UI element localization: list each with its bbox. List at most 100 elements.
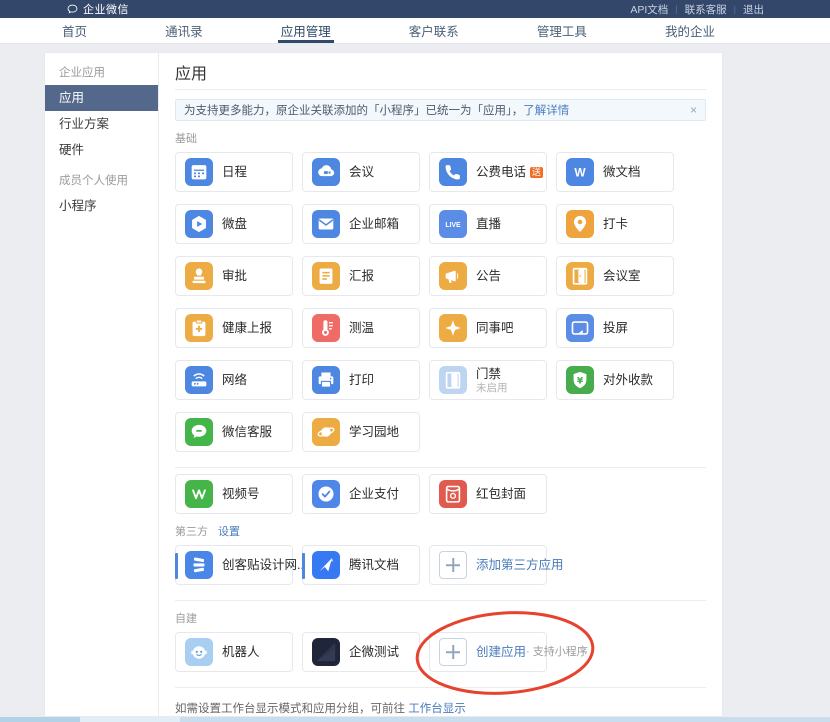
app-name: 日程 — [222, 165, 247, 179]
app-status: 未启用 — [476, 382, 508, 394]
nav-tab-0[interactable]: 首页 — [62, 18, 87, 43]
app-card-channels[interactable]: 视频号 — [175, 474, 293, 514]
section-settings-link[interactable]: 设置 — [218, 525, 240, 539]
notice-banner: 为支持更多能力，原企业关联添加的「小程序」已统一为「应用」， 了解详情 × — [175, 99, 706, 121]
nav-tab-4[interactable]: 管理工具 — [537, 18, 587, 43]
plus-icon — [439, 551, 467, 579]
app-card-design[interactable]: 创客贴设计网... — [175, 545, 293, 585]
main-panel: 应用 为支持更多能力，原企业关联添加的「小程序」已统一为「应用」， 了解详情 ×… — [159, 53, 722, 716]
section-label: 第三方 — [175, 525, 208, 539]
app-card-stamp[interactable]: 审批 — [175, 256, 293, 296]
app-card-live[interactable]: LIVE 直播 — [429, 204, 547, 244]
card-label: 添加第三方应用 — [476, 558, 564, 572]
app-card-mail[interactable]: 企业邮箱 — [302, 204, 420, 244]
printer-icon — [312, 366, 340, 394]
toplink-1[interactable]: 联系客服 — [685, 2, 727, 17]
app-card-printer[interactable]: 打印 — [302, 360, 420, 400]
pay-check-icon — [312, 480, 340, 508]
mail-icon — [312, 210, 340, 238]
bottom-edge-segment — [80, 717, 180, 722]
workbench-display-link[interactable]: 工作台显示 — [408, 703, 466, 715]
app-card-router[interactable]: 网络 — [175, 360, 293, 400]
notice-close-icon[interactable]: × — [690, 104, 697, 116]
nav-tab-2[interactable]: 应用管理 — [281, 18, 331, 43]
toplink-2[interactable]: 退出 — [743, 2, 764, 17]
app-card-clipboard[interactable]: 健康上报 — [175, 308, 293, 348]
add-third-party-card[interactable]: 添加第三方应用 — [429, 545, 547, 585]
notice-text: 为支持更多能力，原企业关联添加的「小程序」已统一为「应用」， — [184, 102, 523, 118]
app-name: 打卡 — [603, 217, 628, 231]
phone-icon — [439, 158, 467, 186]
nav-tab-3[interactable]: 客户联系 — [409, 18, 459, 43]
card-label: 创建应用 — [476, 645, 526, 659]
app-name: 学习园地 — [349, 425, 399, 439]
section-divider — [175, 467, 706, 468]
app-card-pin[interactable]: 打卡 — [556, 204, 674, 244]
app-name: 打印 — [349, 373, 374, 387]
app-card-drive[interactable]: 微盘 — [175, 204, 293, 244]
meeting-icon — [312, 158, 340, 186]
nav-tab-5[interactable]: 我的企业 — [665, 18, 715, 43]
content-card: 企业应用应用行业方案硬件成员个人使用小程序 应用 为支持更多能力，原企业关联添加… — [44, 52, 723, 717]
app-name: 机器人 — [222, 645, 260, 659]
calendar-icon — [185, 158, 213, 186]
stamp-icon — [185, 262, 213, 290]
create-app-card[interactable]: 创建应用 · 支持小程序 — [429, 632, 547, 672]
sidebar-item[interactable]: 小程序 — [45, 193, 158, 219]
app-name: 视频号 — [222, 487, 260, 501]
live-icon: LIVE — [439, 210, 467, 238]
toplink-0[interactable]: API文档 — [630, 2, 668, 17]
thermometer-icon — [312, 314, 340, 342]
app-name: 创客贴设计网... — [222, 558, 307, 572]
docs-arrow-icon — [312, 551, 340, 579]
channels-icon — [185, 480, 213, 508]
robot-icon — [185, 638, 213, 666]
app-name: 直播 — [476, 217, 501, 231]
app-card-meeting[interactable]: 会议 — [302, 152, 420, 192]
app-card-planet[interactable]: 学习园地 — [302, 412, 420, 452]
app-card-megaphone[interactable]: 公告 — [429, 256, 547, 296]
nav-tab-1[interactable]: 通讯录 — [165, 18, 203, 43]
app-card-robot[interactable]: 机器人 — [175, 632, 293, 672]
yuan-shield-icon: ¥ — [566, 366, 594, 394]
notice-learn-more-link[interactable]: 了解详情 — [523, 102, 569, 118]
app-card-letter-w[interactable]: W微文档 — [556, 152, 674, 192]
app-name: 门禁 — [476, 367, 501, 381]
sidebar-item[interactable]: 应用 — [45, 85, 158, 111]
app-card-chat-bubble[interactable]: 微信客服 — [175, 412, 293, 452]
letter-w-icon: W — [566, 158, 594, 186]
top-links: API文档|联系客服|退出 — [630, 2, 764, 17]
app-card-door[interactable]: 会议室 — [556, 256, 674, 296]
app-card-cast[interactable]: 投屏 — [556, 308, 674, 348]
sidebar-item[interactable]: 行业方案 — [45, 111, 158, 137]
clipboard-icon — [185, 314, 213, 342]
app-card-compass[interactable]: 同事吧 — [429, 308, 547, 348]
app-name: 测温 — [349, 321, 374, 335]
section-divider — [175, 687, 706, 688]
door-faded-icon — [439, 366, 467, 394]
wxwork-brand: 企业微信 — [66, 1, 129, 17]
app-card-thermometer[interactable]: 测温 — [302, 308, 420, 348]
app-name: 企微测试 — [349, 645, 399, 659]
svg-text:W: W — [574, 165, 586, 179]
app-card-yuan-shield[interactable]: ¥对外收款 — [556, 360, 674, 400]
planet-icon — [312, 418, 340, 446]
app-card-door-faded[interactable]: 门禁未启用 — [429, 360, 547, 400]
app-card-report[interactable]: 汇报 — [302, 256, 420, 296]
sidebar-group-header: 成员个人使用 — [45, 169, 158, 193]
app-card-dark-test[interactable]: 企微测试 — [302, 632, 420, 672]
sidebar-item[interactable]: 硬件 — [45, 137, 158, 163]
app-card-red-packet[interactable]: 红包封面 — [429, 474, 547, 514]
app-card-pay-check[interactable]: 企业支付 — [302, 474, 420, 514]
app-card-docs-arrow[interactable]: 腾讯文档 — [302, 545, 420, 585]
bottom-edge-segment — [0, 717, 80, 722]
app-name: 网络 — [222, 373, 247, 387]
section-label: 基础 — [175, 132, 197, 146]
app-name: 企业邮箱 — [349, 217, 399, 231]
report-icon — [312, 262, 340, 290]
router-icon — [185, 366, 213, 394]
red-packet-icon — [439, 480, 467, 508]
app-card-calendar[interactable]: 日程 — [175, 152, 293, 192]
app-card-phone[interactable]: 公费电话送 — [429, 152, 547, 192]
cast-icon — [566, 314, 594, 342]
